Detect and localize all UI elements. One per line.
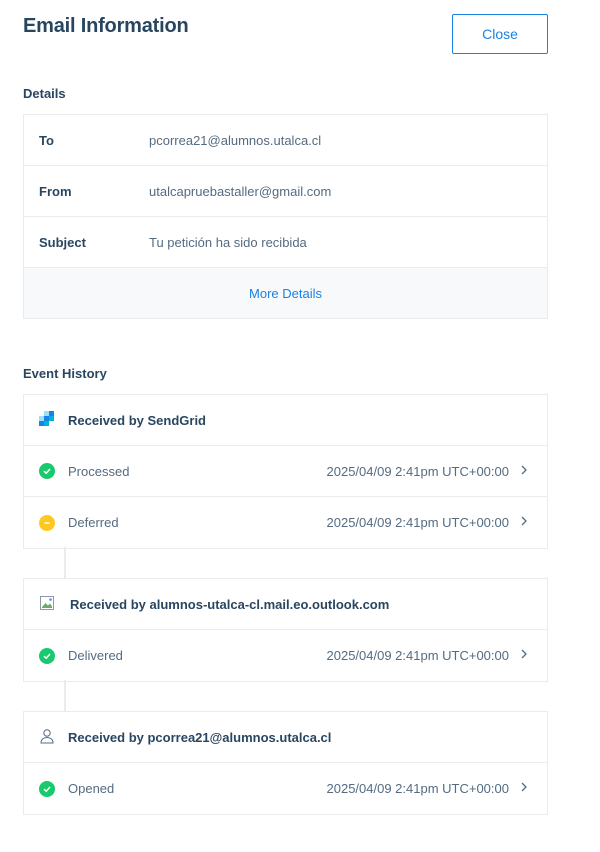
event-name: Delivered <box>68 648 123 663</box>
event-group-recipient: Received by pcorrea21@alumnos.utalca.cl … <box>23 711 548 815</box>
detail-row-subject: Subject Tu petición ha sido recibida <box>24 217 547 268</box>
event-timestamp: 2025/04/09 2:41pm UTC+00:00 <box>326 781 510 796</box>
event-timestamp: 2025/04/09 2:41pm UTC+00:00 <box>326 648 510 663</box>
event-group-title: Received by pcorrea21@alumnos.utalca.cl <box>68 729 332 745</box>
more-details-row: More Details <box>24 268 547 318</box>
detail-row-to: To pcorrea21@alumnos.utalca.cl <box>24 115 547 166</box>
sendgrid-logo-icon <box>39 410 55 430</box>
page-title: Email Information <box>23 15 189 37</box>
event-name: Processed <box>68 463 130 479</box>
event-row-processed[interactable]: Processed 2025/04/09 2:41pm UTC+00:00 <box>24 446 547 497</box>
event-row-delivered[interactable]: Delivered 2025/04/09 2:41pm UTC+00:00 <box>24 630 547 681</box>
detail-label: Subject <box>39 234 86 250</box>
detail-value-from: utalcapruebastaller@gmail.com <box>149 183 332 199</box>
event-history-section-title: Event History <box>23 366 107 381</box>
detail-label: From <box>39 183 72 199</box>
timeline-connector <box>64 680 66 711</box>
chevron-right-icon[interactable] <box>517 780 531 794</box>
detail-row-from: From utalcapruebastaller@gmail.com <box>24 166 547 217</box>
check-circle-icon <box>39 647 55 664</box>
details-card: To pcorrea21@alumnos.utalca.cl From utal… <box>23 114 548 319</box>
event-timestamp: 2025/04/09 2:41pm UTC+00:00 <box>326 515 510 530</box>
details-section-title: Details <box>23 86 66 101</box>
event-group-header: Received by pcorrea21@alumnos.utalca.cl <box>24 712 547 763</box>
check-circle-icon <box>39 780 55 797</box>
event-group-header: Received by alumnos-utalca-cl.mail.eo.ou… <box>24 579 547 630</box>
detail-value-subject: Tu petición ha sido recibida <box>149 234 307 250</box>
event-group-header: Received by SendGrid <box>24 395 547 446</box>
event-timestamp: 2025/04/09 2:41pm UTC+00:00 <box>326 463 510 479</box>
timeline-connector <box>64 547 66 578</box>
check-circle-icon <box>39 463 55 479</box>
event-group-outlook: Received by alumnos-utalca-cl.mail.eo.ou… <box>23 578 548 682</box>
event-name: Deferred <box>68 515 119 530</box>
detail-label: To <box>39 132 54 148</box>
chevron-right-icon[interactable] <box>517 647 531 661</box>
event-group-title: Received by SendGrid <box>68 412 206 428</box>
detail-value-to: pcorrea21@alumnos.utalca.cl <box>149 132 322 148</box>
minus-circle-icon <box>39 514 55 531</box>
event-group-title: Received by alumnos-utalca-cl.mail.eo.ou… <box>70 596 390 612</box>
chevron-right-icon[interactable] <box>517 463 531 477</box>
event-row-opened[interactable]: Opened 2025/04/09 2:41pm UTC+00:00 <box>24 763 547 814</box>
event-name: Opened <box>68 781 115 796</box>
user-icon <box>39 728 55 747</box>
event-group-sendgrid: Received by SendGrid Processed 2025/04/0… <box>23 394 548 549</box>
broken-image-icon <box>39 595 55 614</box>
close-button[interactable]: Close <box>452 14 548 54</box>
event-row-deferred[interactable]: Deferred 2025/04/09 2:41pm UTC+00:00 <box>24 497 547 548</box>
more-details-link[interactable]: More Details <box>249 286 322 301</box>
chevron-right-icon[interactable] <box>517 514 531 528</box>
